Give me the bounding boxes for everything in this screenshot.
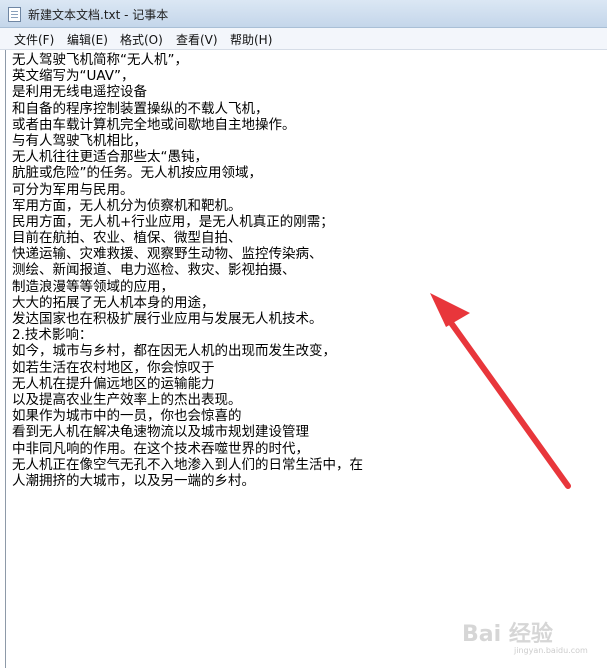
text-line: 快递运输、灾难救援、观察野生动物、监控传染病、 [12,246,323,263]
text-line: 中非同凡响的作用。在这个技术吞噬世界的时代， [12,440,309,457]
text-line: 无人驾驶飞机简称“无人机”， [12,52,188,68]
window-title: 新建文本文档.txt - 记事本 [28,8,169,22]
text-line: 和自备的程序控制装置操纵的不载人飞机， [12,100,269,117]
text-line: 民用方面，无人机+行业应用，是无人机真正的刚需； [12,213,334,230]
text-line: 如今，城市与乡村，都在因无人机的出现而发生改变， [12,343,336,360]
text-line: 发达国家也在积极扩展行业应用与发展无人机技术。 [12,311,323,327]
text-line: 或者由车载计算机完全地或间歇地自主地操作。 [12,116,296,133]
text-line: 2.技术影响： [12,327,93,344]
text-line: 如果作为城市中的一员，你也会惊喜的 [12,408,242,425]
text-line: 以及提高农业生产效率上的杰出表现。 [12,391,242,408]
text-editor[interactable]: 无人驾驶飞机简称“无人机”， 英文缩写为“UAV”， 是利用无线电遥控设备 和自备的程… [5,50,607,668]
text-line: 测绘、新闻报道、电力巡检、救灾、影视拍摄、 [12,262,296,279]
text-line: 如若生活在农村地区，你会惊叹于 [12,359,215,376]
text-line: 无人机在提升偏远地区的运输能力 [12,375,215,392]
text-line: 看到无人机在解决龟速物流以及城市规划建设管理 [12,424,309,441]
text-line: 肮脏或危险”的任务。无人机按应用领域， [12,165,262,182]
notepad-icon [8,7,21,22]
text-line: 大大的拓展了无人机本身的用途， [12,294,215,311]
text-line: 目前在航拍、农业、植保、微型自拍、 [12,230,242,247]
text-line: 人潮拥挤的大城市，以及另一端的乡村。 [12,472,255,489]
text-line: 军用方面，无人机分为侦察机和靶机。 [12,197,242,214]
text-line: 可分为军用与民用。 [12,181,134,198]
menu-view[interactable]: 查看(V) [174,31,220,48]
text-line: 制造浪漫等等领域的应用， [12,278,174,295]
text-line: 英文缩写为“UAV”， [12,68,135,85]
text-line: 无人机往往更适合那些太“愚钝， [12,149,208,166]
text-line: 是利用无线电遥控设备 [12,84,147,101]
menu-bar: 文件(F) 编辑(E) 格式(O) 查看(V) 帮助(H) [0,28,607,50]
text-line: 与有人驾驶飞机相比， [12,132,147,149]
text-line: 无人机正在像空气无孔不入地渗入到人们的日常生活中，在 [12,456,363,473]
menu-help[interactable]: 帮助(H) [228,31,274,48]
title-bar: 新建文本文档.txt - 记事本 [0,0,607,28]
menu-format[interactable]: 格式(O) [118,31,165,48]
document-text[interactable]: 无人驾驶飞机简称“无人机”， 英文缩写为“UAV”， 是利用无线电遥控设备 和自备的程… [12,52,605,489]
menu-file[interactable]: 文件(F) [12,31,56,48]
menu-edit[interactable]: 编辑(E) [65,31,110,48]
